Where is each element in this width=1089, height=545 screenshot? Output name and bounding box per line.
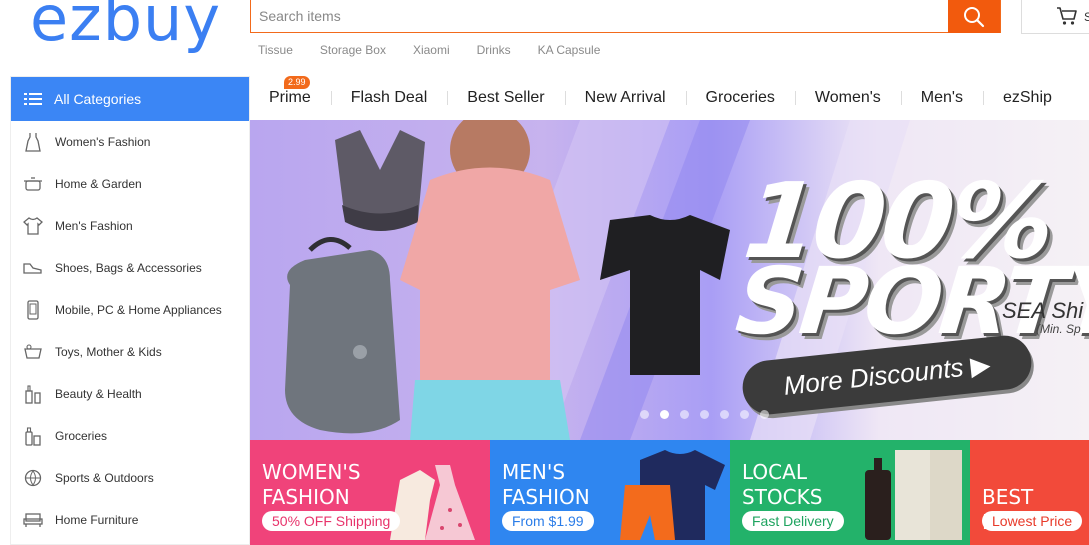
sofa-icon [23,510,43,530]
cart-label: S [1084,10,1089,24]
promo-tile-mens-fashion[interactable]: MEN'S FASHION From $1.99 [490,440,730,545]
tab-prime[interactable]: 2.99 Prime [250,76,331,120]
all-categories-label: All Categories [54,91,142,107]
tile-title-line: FASHION [502,485,590,509]
pot-icon [23,174,43,194]
search-bar [250,0,1001,33]
sidebar-item-label: Toys, Mother & Kids [55,345,162,359]
banner-subtitle: SEA Shi [1002,298,1084,323]
hot-word-link[interactable]: Xiaomi [413,43,450,57]
tile-title: LOCAL STOCKS [742,460,822,510]
sidebar-item-label: Groceries [55,429,108,443]
tile-title-line: MEN'S [502,460,566,484]
sidebar-item-groceries[interactable]: Groceries [11,415,249,457]
promo-tile-local-stocks[interactable]: LOCAL STOCKS Fast Delivery [730,440,970,545]
carousel-dot-active[interactable] [660,410,669,419]
tile-title: MEN'S FASHION [502,460,590,510]
banner-footnote: (Min. Sp [1036,322,1081,336]
prime-price-badge: 2.99 [284,76,310,89]
carousel-dot[interactable] [740,410,749,419]
hot-word-link[interactable]: Drinks [477,43,511,57]
dress-icon [23,132,43,152]
tab-label: ezShip [1002,89,1052,106]
shoe-icon [23,258,43,278]
tab-label: Prime [269,89,311,106]
sidebar-item-mens-fashion[interactable]: Men's Fashion [11,205,249,247]
tab-label: Women's [814,89,881,106]
tile-title-line: WOMEN'S [262,460,361,484]
tab-mens[interactable]: Men's [902,76,983,120]
carousel-dot[interactable] [760,410,769,419]
cart-button[interactable]: S [1021,0,1089,34]
ezbuy-logo[interactable]: ezbuy [30,0,221,50]
sidebar-item-sports-outdoors[interactable]: Sports & Outdoors [11,457,249,499]
shirt-icon [23,216,43,236]
sidebar-item-label: Sports & Outdoors [55,471,154,485]
sidebar-item-label: Men's Fashion [55,219,133,233]
hero-banner[interactable]: 100% SPORTYFR SEA Shi (Min. Sp More Disc… [250,120,1089,440]
tile-title: WOMEN'S FASHION [262,460,361,510]
tab-label: New Arrival [584,89,666,106]
search-input[interactable] [251,0,948,32]
tile-pill: From $1.99 [502,511,594,531]
tile-pill: Fast Delivery [742,511,844,531]
toy-icon [23,342,43,362]
sidebar-item-beauty-health[interactable]: Beauty & Health [11,373,249,415]
tile-pill: Lowest Price [982,511,1083,531]
carousel-dots [640,410,769,419]
tile-title-line: LOCAL [742,460,807,484]
tab-new-arrival[interactable]: New Arrival [566,76,686,120]
carousel-dot[interactable] [700,410,709,419]
sidebar-item-toys-kids[interactable]: Toys, Mother & Kids [11,331,249,373]
tile-pill: 50% OFF Shipping [262,511,401,531]
tab-flash-deal[interactable]: Flash Deal [332,76,447,120]
sidebar-item-home-garden[interactable]: Home & Garden [11,163,249,205]
tab-label: Flash Deal [350,89,428,106]
sidebar-item-label: Shoes, Bags & Accessories [55,261,202,275]
tab-label: Men's [920,89,963,106]
search-button[interactable] [948,0,1000,33]
carousel-dot[interactable] [640,410,649,419]
hot-word-link[interactable]: Tissue [258,43,293,57]
tab-womens[interactable]: Women's [796,76,901,120]
phone-icon [23,300,43,320]
main-nav-tabs: 2.99 Prime Flash Deal Best Seller New Ar… [250,76,1072,120]
sidebar-item-label: Women's Fashion [55,135,151,149]
groceries-icon [23,426,43,446]
sidebar-item-mobile-pc[interactable]: Mobile, PC & Home Appliances [11,289,249,331]
sidebar-item-label: Home Furniture [55,513,139,527]
tab-ezship[interactable]: ezShip [984,76,1072,120]
promo-tile-best-deals[interactable]: BEST DEALS Lowest Price [970,440,1089,545]
sidebar-item-womens-fashion[interactable]: Women's Fashion [11,121,249,163]
sidebar-item-label: Beauty & Health [55,387,142,401]
ball-icon [23,468,43,488]
hot-word-link[interactable]: KA Capsule [538,43,601,57]
sidebar-item-home-furniture[interactable]: Home Furniture [11,499,249,541]
carousel-dot[interactable] [720,410,729,419]
search-icon [964,6,985,27]
all-categories-header[interactable]: All Categories [11,77,249,121]
tab-label: Best Seller [467,89,545,106]
promo-tile-womens-fashion[interactable]: WOMEN'S FASHION 50% OFF Shipping [250,440,490,545]
tab-label: Groceries [705,89,775,106]
category-sidebar: All Categories Women's Fashion Home & Ga… [10,76,250,545]
sidebar-item-label: Mobile, PC & Home Appliances [55,303,222,317]
sidebar-item-shoes-bags[interactable]: Shoes, Bags & Accessories [11,247,249,289]
sidebar-item-label: Home & Garden [55,177,142,191]
tile-title-line: STOCKS [742,485,823,509]
hot-search-words: Tissue Storage Box Xiaomi Drinks KA Caps… [258,43,600,57]
tab-groceries[interactable]: Groceries [687,76,795,120]
tab-best-seller[interactable]: Best Seller [448,76,564,120]
bottle-icon [23,384,43,404]
list-icon [24,93,42,105]
hot-word-link[interactable]: Storage Box [320,43,386,57]
tile-title-line: FASHION [262,485,350,509]
carousel-dot[interactable] [680,410,689,419]
cart-icon [1057,7,1077,25]
